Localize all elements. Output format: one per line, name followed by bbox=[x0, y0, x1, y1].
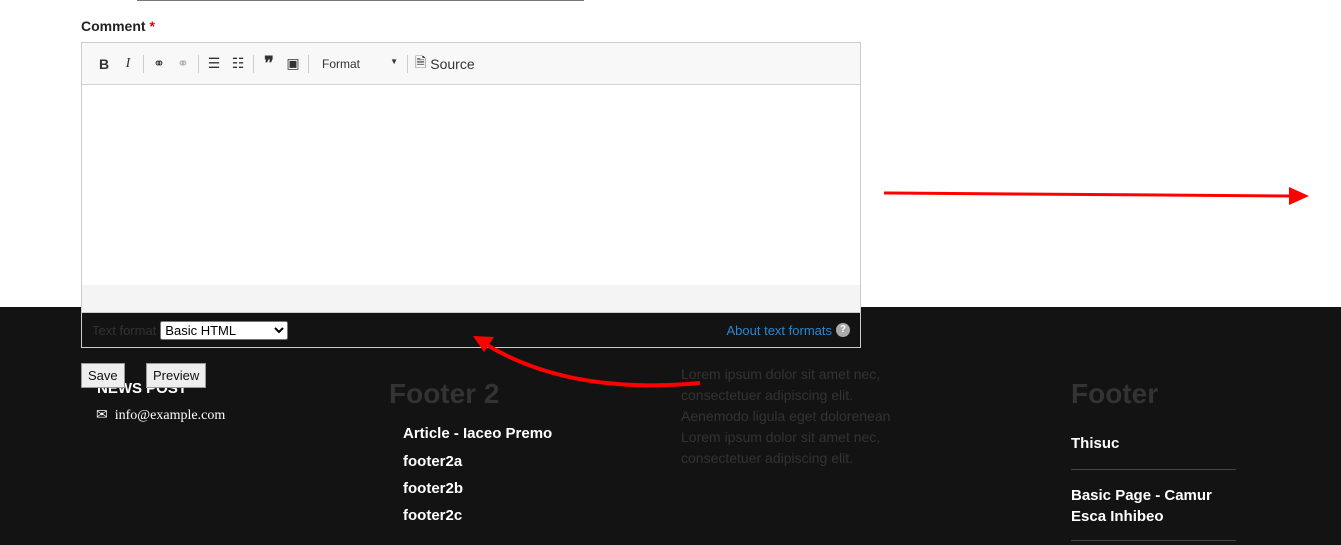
annotation-arrows bbox=[473, 187, 1309, 388]
arrow-right-annotation bbox=[883, 187, 1309, 205]
arrow-curved-annotation bbox=[473, 336, 701, 388]
